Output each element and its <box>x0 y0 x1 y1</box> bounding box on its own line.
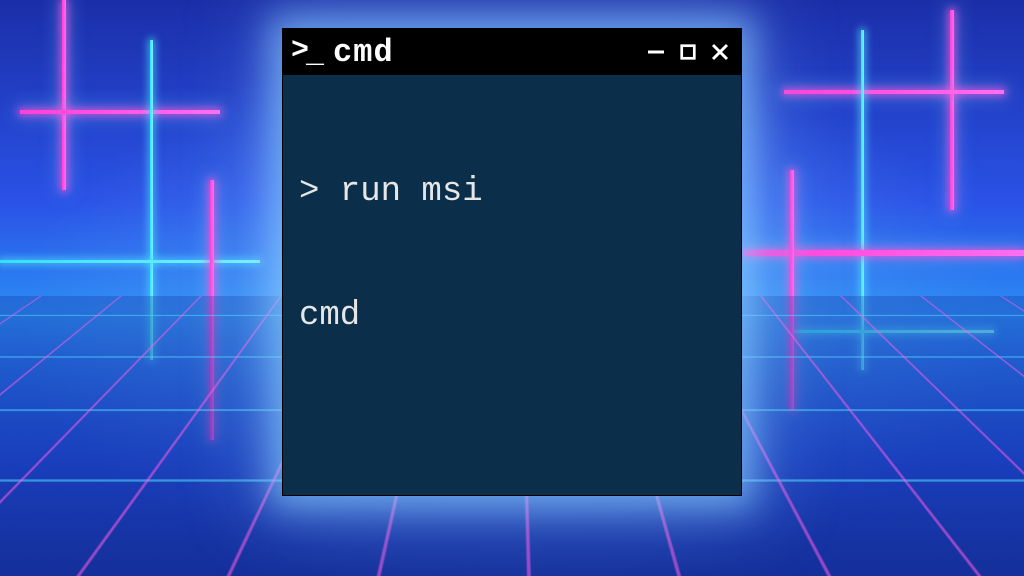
background-stage: >_ cmd <box>0 0 1024 576</box>
minimize-icon <box>646 42 666 62</box>
maximize-icon <box>679 43 697 61</box>
maximize-button[interactable] <box>677 41 699 63</box>
minimize-button[interactable] <box>645 41 667 63</box>
terminal-line-1: > run msi <box>299 172 725 213</box>
window-title: cmd <box>333 34 394 71</box>
neon-line <box>744 250 1024 256</box>
terminal-body[interactable]: > run msi cmd <box>283 75 741 495</box>
neon-line <box>20 110 220 114</box>
window-controls <box>645 41 731 63</box>
prompt-icon: >_ <box>291 37 323 67</box>
neon-line <box>784 90 1004 94</box>
neon-line <box>62 0 66 190</box>
terminal-line-2: cmd <box>299 296 725 337</box>
close-button[interactable] <box>709 41 731 63</box>
terminal-window: >_ cmd <box>282 28 742 496</box>
titlebar[interactable]: >_ cmd <box>283 29 741 75</box>
neon-line <box>0 260 260 263</box>
close-icon <box>710 42 730 62</box>
neon-line <box>950 10 954 210</box>
